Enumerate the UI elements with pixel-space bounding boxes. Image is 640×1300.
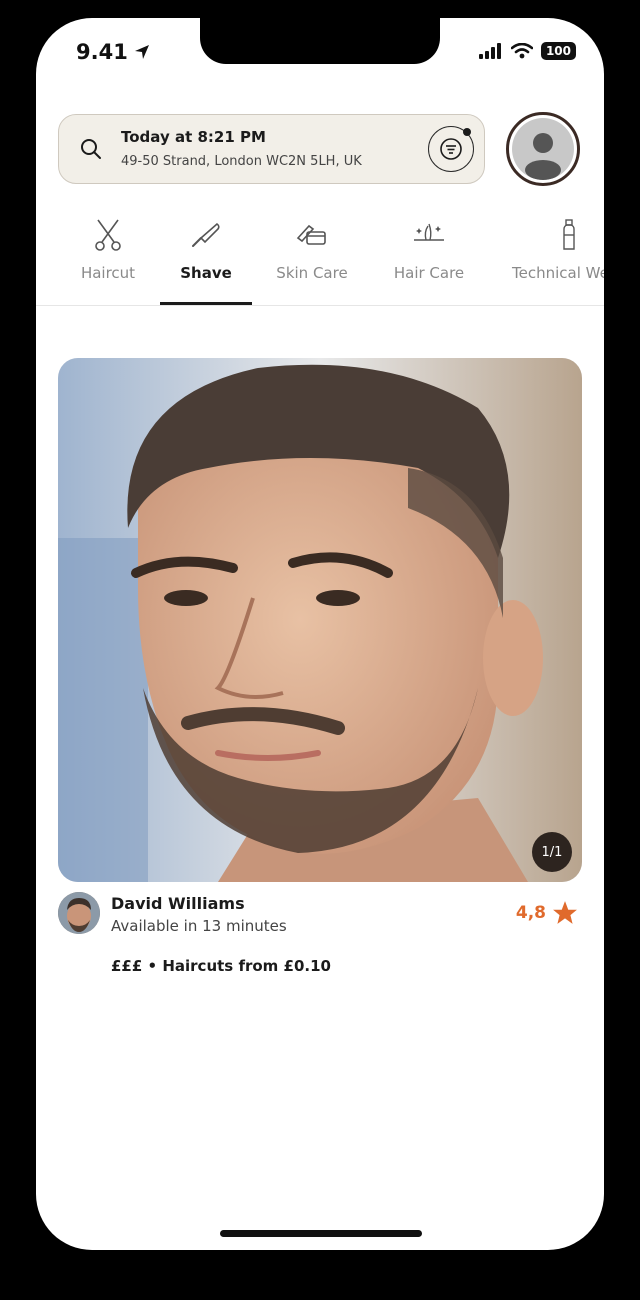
- tab-label: Hair Care: [393, 264, 465, 282]
- status-time-text: 9.41: [76, 40, 128, 64]
- tab-label: Shave: [180, 264, 232, 282]
- filter-button[interactable]: [428, 126, 474, 172]
- search-time: Today at 8:21 PM: [121, 128, 266, 146]
- cellular-signal-icon: [478, 43, 501, 59]
- location-search-bar[interactable]: Today at 8:21 PM 49-50 Strand, London WC…: [58, 114, 485, 184]
- star-icon: [553, 901, 577, 924]
- wifi-icon: [510, 43, 533, 59]
- notch: [200, 18, 440, 64]
- barber-name[interactable]: David Williams: [111, 894, 245, 913]
- tab-label: Haircut: [80, 264, 136, 282]
- scissors-icon: [95, 219, 121, 251]
- barber-photo[interactable]: 1/1: [58, 358, 582, 882]
- filter-icon: [440, 138, 462, 160]
- filter-notification-dot: [463, 128, 471, 136]
- cream-icon: [296, 224, 326, 245]
- barber-rating: 4,8: [516, 900, 578, 926]
- status-indicators: 100: [478, 42, 576, 60]
- barber-avatar[interactable]: [58, 892, 100, 934]
- home-indicator[interactable]: [220, 1230, 422, 1237]
- rating-value: 4,8: [515, 903, 546, 923]
- tab-shave[interactable]: Shave: [172, 214, 240, 282]
- razor-icon: [192, 222, 220, 247]
- barber-availability: Available in 13 minutes: [111, 917, 287, 935]
- tab-technical[interactable]: Technical We: [512, 214, 604, 282]
- sparkle-hair-icon: [414, 223, 444, 241]
- barber-avatar-image: [58, 892, 100, 934]
- location-arrow-icon: [134, 45, 149, 59]
- tab-hair-care[interactable]: Hair Care: [392, 214, 466, 282]
- status-time: 9.41: [76, 40, 150, 64]
- search-icon: [81, 139, 101, 159]
- price-info: £££ • Haircuts from £0.10: [111, 957, 331, 975]
- tab-label: Technical We: [512, 264, 604, 282]
- photo-counter: 1/1: [532, 832, 572, 872]
- category-tabs: Haircut Shave Skin Care Hair Care Techni…: [36, 214, 604, 306]
- barber-portrait-image: [58, 358, 582, 882]
- profile-avatar-button[interactable]: [506, 112, 580, 186]
- user-avatar-icon: [512, 118, 574, 180]
- tab-label: Skin Care: [276, 264, 348, 282]
- tab-haircut[interactable]: Haircut: [76, 214, 140, 282]
- bottle-icon: [563, 219, 575, 250]
- search-address: 49-50 Strand, London WC2N 5LH, UK: [121, 154, 362, 169]
- phone-screen: 9.41 100 Today at 8:21 PM 49-50 Strand, …: [36, 18, 604, 1250]
- battery-indicator: 100: [540, 42, 576, 60]
- tab-skin-care[interactable]: Skin Care: [274, 214, 350, 282]
- active-tab-indicator: [160, 302, 252, 305]
